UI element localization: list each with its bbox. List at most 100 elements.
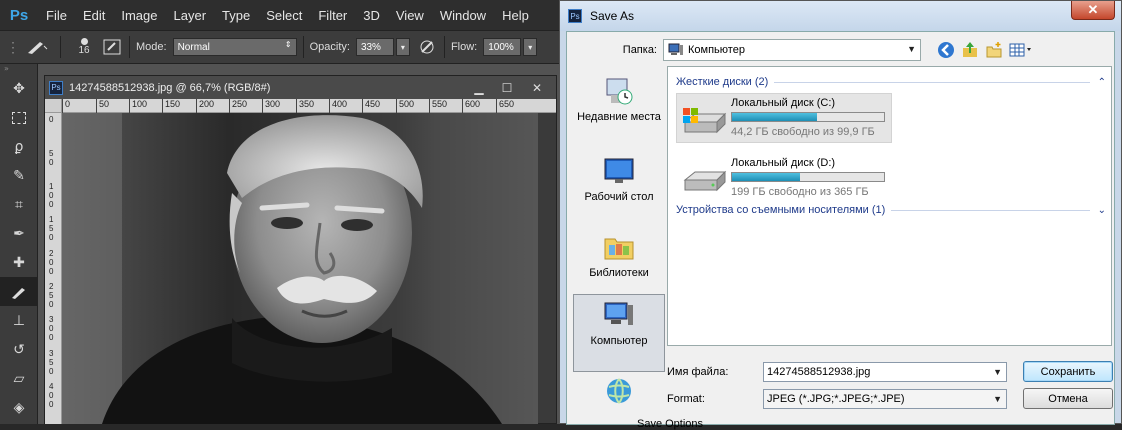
bucket-tool-icon[interactable]: ◈: [0, 393, 38, 422]
dialog-titlebar[interactable]: Ps Save As ✕: [560, 1, 1121, 31]
file-list[interactable]: Жесткие диски (2) ⌃ Локальный диск (C:) …: [667, 66, 1112, 346]
new-folder-icon: [986, 42, 1002, 58]
marquee-tool-icon[interactable]: [0, 103, 38, 132]
divider: [60, 36, 61, 58]
menu-edit[interactable]: Edit: [75, 8, 113, 23]
panel-collapse-icon[interactable]: »: [0, 64, 37, 74]
menu-3d[interactable]: 3D: [355, 8, 388, 23]
menu-window[interactable]: Window: [432, 8, 494, 23]
chevron-down-icon[interactable]: ⌄: [1098, 205, 1106, 216]
cancel-button[interactable]: Отмена: [1023, 388, 1113, 409]
document-tab[interactable]: Ps 14274588512938.jpg @ 66,7% (RGB/8#) ▁…: [45, 76, 556, 99]
place-desktop[interactable]: Рабочий стол: [573, 150, 665, 220]
lasso-tool-icon[interactable]: ϼ: [0, 132, 38, 161]
ruler-tick: 200: [196, 99, 214, 113]
place-recent[interactable]: Недавние места: [573, 70, 665, 140]
drive-usage-fill: [732, 173, 801, 181]
dialog-title: Save As: [590, 9, 635, 23]
format-label: Format:: [667, 393, 705, 405]
group-divider: [891, 209, 1090, 211]
brush-tool-icon[interactable]: [0, 277, 38, 306]
opacity-dropdown[interactable]: ▾: [395, 38, 410, 56]
hard-drive-icon: [681, 164, 727, 196]
eyedropper-tool-icon[interactable]: ✒: [0, 219, 38, 248]
ruler-tick: 0: [62, 99, 70, 113]
opacity-input[interactable]: 33%: [355, 38, 394, 56]
drive-d-usage-bar: [731, 172, 885, 182]
chevron-up-icon[interactable]: ⌃: [1098, 77, 1106, 88]
eraser-tool-icon[interactable]: ▱: [0, 364, 38, 393]
drive-d[interactable]: Локальный диск (D:) 199 ГБ свободно из 3…: [676, 153, 892, 203]
minimize-icon[interactable]: ▁: [466, 79, 492, 96]
maximize-icon[interactable]: ☐: [494, 79, 520, 96]
ruler-tick: 350: [296, 99, 314, 113]
view-grid-icon: [1009, 43, 1031, 57]
ruler-vertical[interactable]: 0 5 0 1 0 0 1 5 0 2 0 0 2 5 0 3 0 0 3 5 …: [45, 113, 62, 424]
brush-panel-icon[interactable]: [101, 36, 123, 58]
format-select[interactable]: JPEG (*.JPG;*.JPEG;*.JPE) ▼: [763, 389, 1007, 409]
quick-select-tool-icon[interactable]: ✎: [0, 161, 38, 190]
ruler-tick: 600: [462, 99, 480, 113]
menu-view[interactable]: View: [388, 8, 432, 23]
chevron-down-icon[interactable]: ▼: [993, 367, 1002, 377]
computer-icon: [668, 43, 683, 55]
new-folder-button[interactable]: [983, 39, 1005, 61]
folder-select[interactable]: Компьютер ▼: [663, 39, 921, 61]
menu-file[interactable]: File: [38, 8, 75, 23]
drive-c[interactable]: Локальный диск (C:) 44,2 ГБ свободно из …: [676, 93, 892, 143]
ruler-tick: 2 0 0: [49, 249, 54, 276]
menu-layer[interactable]: Layer: [166, 8, 215, 23]
filename-input[interactable]: 14274588512938.jpg ▼: [763, 362, 1007, 382]
menu-help[interactable]: Help: [494, 8, 537, 23]
flow-dropdown[interactable]: ▾: [523, 38, 538, 56]
document-title: 14274588512938.jpg @ 66,7% (RGB/8#): [69, 81, 271, 94]
ruler-horizontal[interactable]: 0 50 100 150 200 250 300 350 400 450 500…: [62, 99, 556, 113]
updown-icon: ⇕: [284, 40, 292, 49]
group-hard-drives[interactable]: Жесткие диски (2) ⌃: [676, 75, 1106, 89]
up-folder-button[interactable]: [959, 39, 981, 61]
portrait-photo: [62, 113, 538, 424]
close-icon[interactable]: ✕: [524, 79, 550, 96]
ruler-tick: 0: [49, 115, 54, 124]
menu-filter[interactable]: Filter: [310, 8, 355, 23]
document-window: Ps 14274588512938.jpg @ 66,7% (RGB/8#) ▁…: [44, 75, 557, 424]
photo-canvas[interactable]: [62, 113, 538, 424]
drive-usage-fill: [732, 113, 818, 121]
menu-type[interactable]: Type: [214, 8, 258, 23]
healing-tool-icon[interactable]: ✚: [0, 248, 38, 277]
place-libraries[interactable]: Библиотеки: [573, 226, 665, 296]
menu-select[interactable]: Select: [258, 8, 310, 23]
save-button[interactable]: Сохранить: [1023, 361, 1113, 382]
flow-label: Flow:: [450, 41, 478, 53]
back-button[interactable]: [935, 39, 957, 61]
brush-preset-icon[interactable]: [20, 36, 54, 58]
ruler-tick: 3 5 0: [49, 349, 54, 376]
place-recent-label: Недавние места: [577, 111, 661, 123]
menu-image[interactable]: Image: [113, 8, 165, 23]
pressure-opacity-icon[interactable]: [416, 36, 438, 58]
ruler-origin[interactable]: [45, 99, 62, 113]
place-desktop-label: Рабочий стол: [584, 191, 654, 203]
divider: [443, 36, 445, 58]
close-button[interactable]: ✕: [1071, 1, 1115, 20]
ruler-tick: 3 0 0: [49, 315, 54, 342]
mode-select[interactable]: Normal ⇕: [172, 38, 297, 56]
view-menu-button[interactable]: [1007, 39, 1035, 61]
place-network[interactable]: [573, 370, 665, 410]
crop-tool-icon[interactable]: ⌗: [0, 190, 38, 219]
history-brush-tool-icon[interactable]: ↺: [0, 335, 38, 364]
ruler-tick: 500: [396, 99, 414, 113]
brush-size-picker[interactable]: 16: [67, 34, 101, 60]
move-tool-icon[interactable]: ✥: [0, 74, 38, 103]
group-removable[interactable]: Устройства со съемными носителями (1) ⌄: [676, 203, 1106, 217]
drive-d-name: Локальный диск (D:): [731, 157, 836, 169]
recent-places-icon: [603, 75, 635, 107]
ruler-tick: 4 0 0: [49, 382, 54, 409]
ruler-tick: 150: [162, 99, 180, 113]
place-computer[interactable]: Компьютер: [573, 294, 665, 372]
flow-input[interactable]: 100%: [483, 38, 522, 56]
stamp-tool-icon[interactable]: ⊥: [0, 306, 38, 335]
back-arrow-icon: [938, 42, 954, 58]
computer-icon: [603, 299, 635, 331]
divider: [129, 36, 130, 58]
